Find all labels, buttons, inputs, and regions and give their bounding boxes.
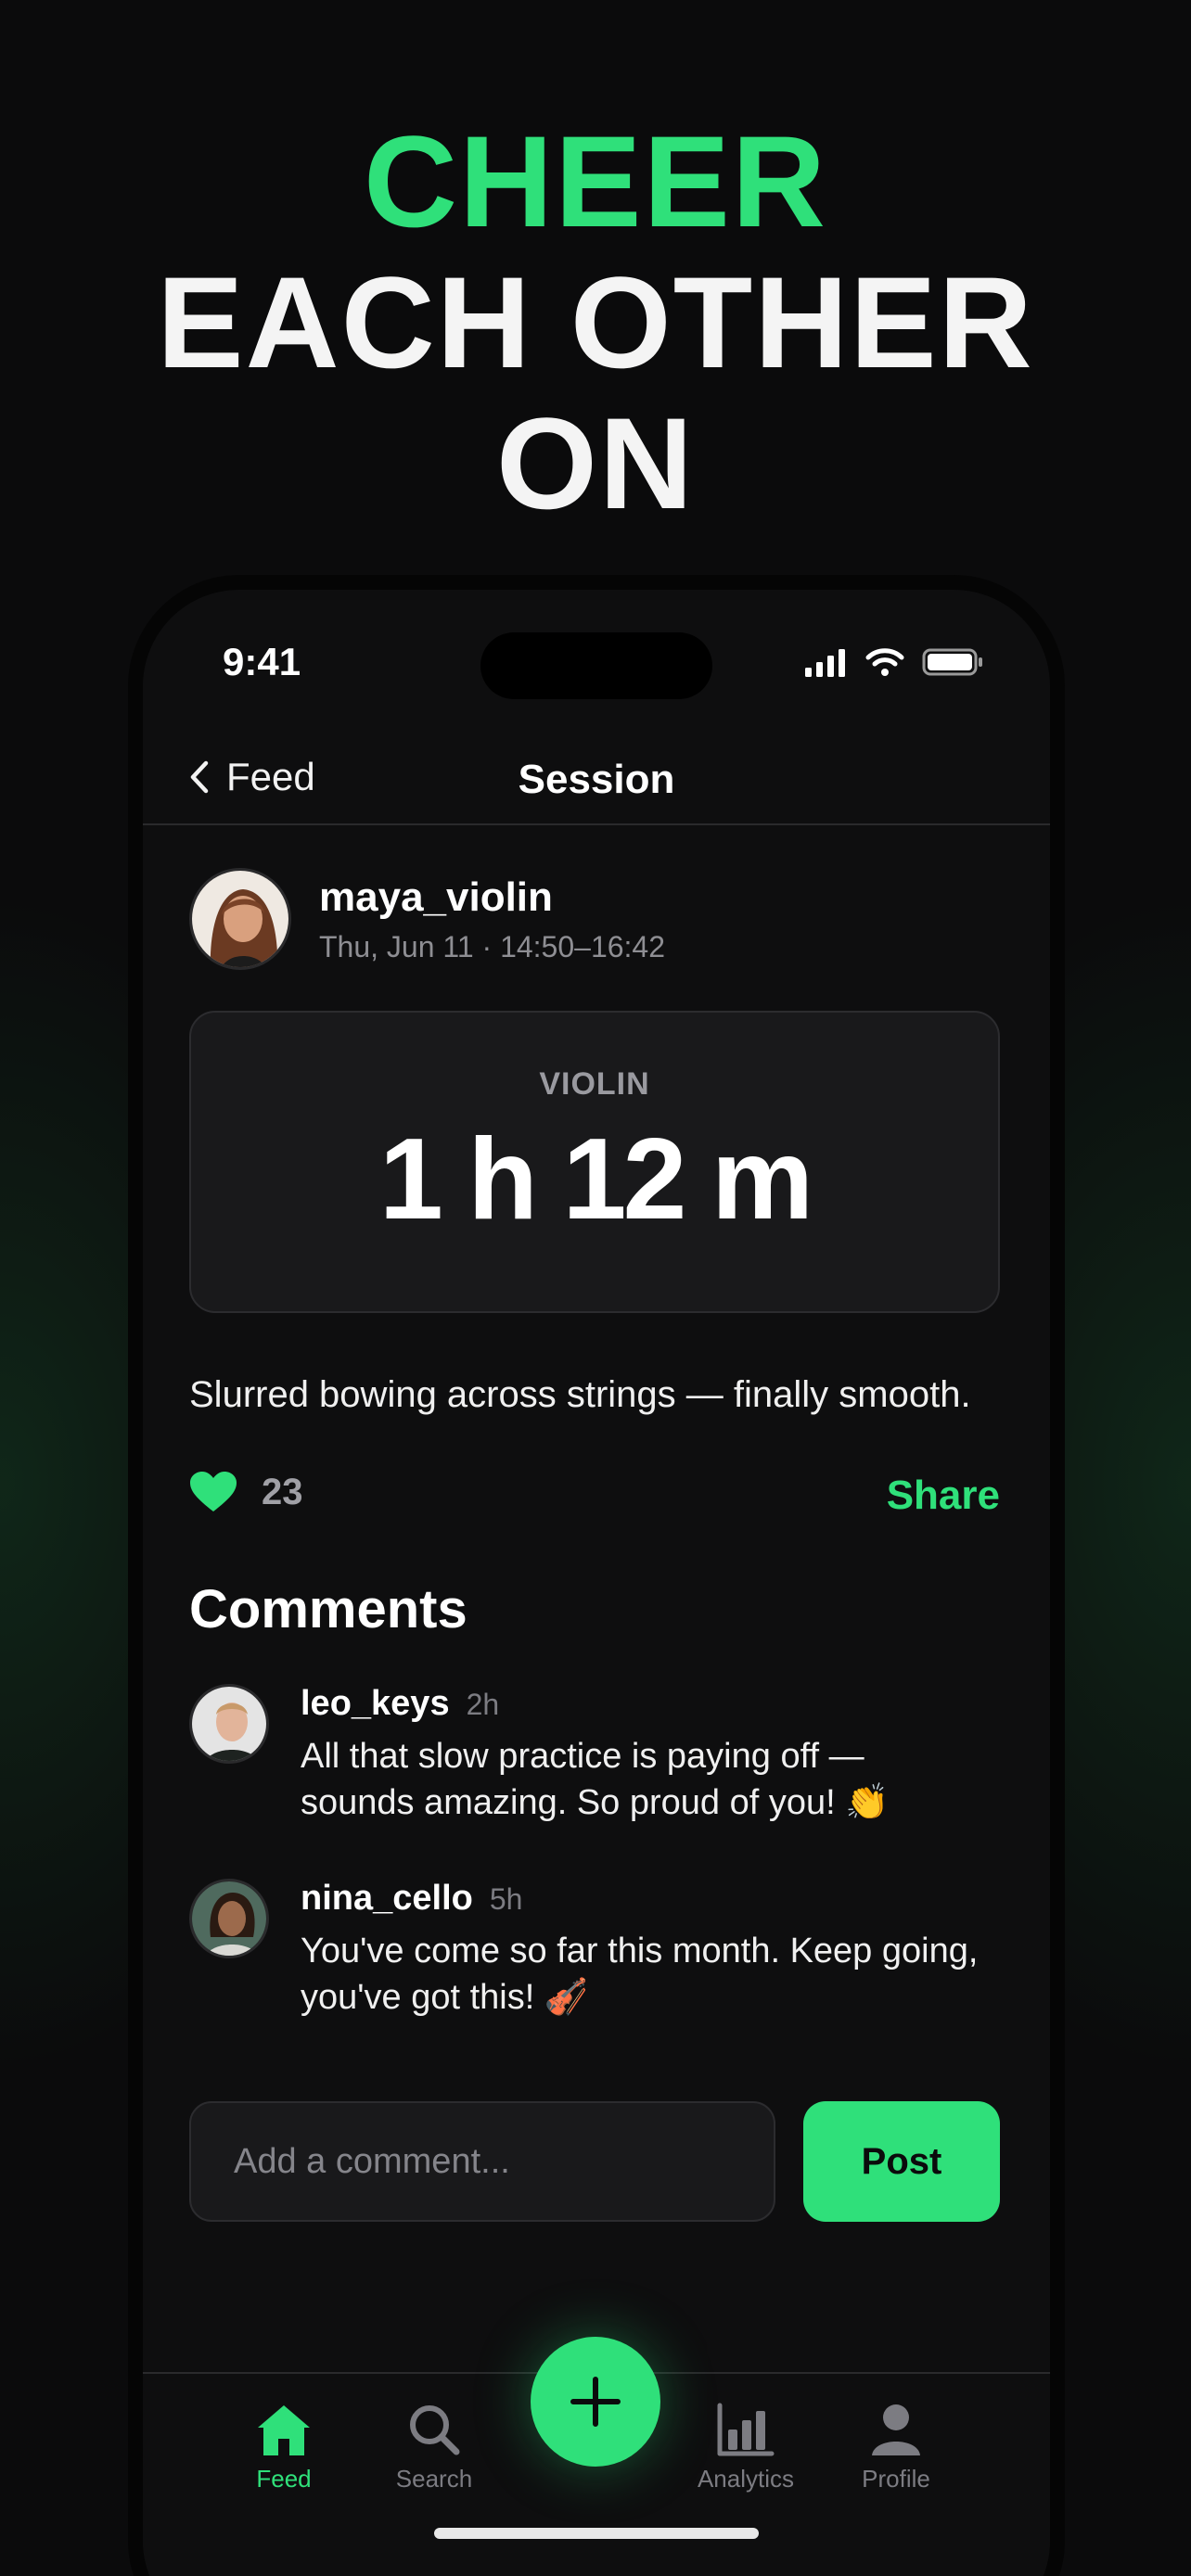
post-comment-button[interactable]: Post <box>803 2101 1000 2222</box>
comment-age: 5h <box>489 1882 523 1916</box>
comment-composer: Post <box>189 2101 1000 2222</box>
home-indicator <box>434 2528 759 2539</box>
add-session-button[interactable] <box>531 2337 660 2467</box>
person-icon <box>872 2404 920 2455</box>
post-username[interactable]: maya_violin <box>319 874 665 921</box>
user-avatar-image <box>192 871 288 967</box>
comment-text: All that slow practice is paying off — s… <box>301 1737 890 1822</box>
headline-line-1: CHEER <box>363 108 828 254</box>
navigation-bar: Feed Session <box>143 729 1050 825</box>
comment-age: 2h <box>466 1688 500 1721</box>
comment-header: nina_cello 5h <box>301 1879 987 1919</box>
like-count: 23 <box>262 1471 303 1512</box>
comment-item: nina_cello 5h You've come so far this mo… <box>189 1879 1000 2021</box>
post-meta: maya_violin Thu, Jun 11 · 14:50–16:42 <box>319 874 665 964</box>
status-time: 9:41 <box>223 640 301 683</box>
commenter-avatar-image <box>192 1687 266 1761</box>
comment-header: leo_keys 2h <box>301 1684 987 1724</box>
session-stat-card: VIOLIN 1 h 12 m <box>189 1011 1000 1313</box>
commenter-avatar-image <box>192 1881 266 1956</box>
back-button-label: Feed <box>226 755 315 798</box>
search-icon <box>410 2405 460 2455</box>
back-button[interactable]: Feed <box>189 755 315 799</box>
promo-headline: CHEER EACH OTHER ON <box>0 111 1191 534</box>
home-icon <box>258 2405 310 2455</box>
headline-line-3: ON <box>496 390 695 536</box>
chevron-left-icon <box>190 760 209 794</box>
phone-frame: 9:41 Feed Session maya_violin Thu, Jun 1… <box>128 575 1065 2576</box>
comments-heading: Comments <box>189 1579 467 1639</box>
tab-label: Analytics <box>697 2465 795 2493</box>
phone-screen: 9:41 Feed Session maya_violin Thu, Jun 1… <box>143 590 1050 2576</box>
heart-icon <box>190 1472 237 1511</box>
comment-input[interactable] <box>189 2101 775 2222</box>
bar-chart-icon <box>717 2403 775 2456</box>
post-timestamp: Thu, Jun 11 · 14:50–16:42 <box>319 929 666 963</box>
post-actions: 23 Share <box>189 1463 1000 1528</box>
headline-line-2: EACH OTHER <box>157 249 1034 395</box>
plus-icon <box>570 2377 621 2427</box>
avatar[interactable] <box>189 868 291 970</box>
comment-username[interactable]: leo_keys <box>301 1684 450 1724</box>
tab-label: Profile <box>862 2465 930 2493</box>
avatar[interactable] <box>189 1684 269 1764</box>
tab-feed[interactable]: Feed <box>210 2402 358 2493</box>
comment-username[interactable]: nina_cello <box>301 1879 473 1919</box>
tab-label: Feed <box>256 2465 312 2493</box>
promo-stage: CHEER EACH OTHER ON 9:41 Feed Session ma… <box>0 0 1191 2576</box>
post-caption: Slurred bowing across strings — finally … <box>189 1374 971 1415</box>
tab-profile[interactable]: Profile <box>822 2402 970 2493</box>
post-header: maya_violin Thu, Jun 11 · 14:50–16:42 <box>189 868 665 970</box>
tab-analytics[interactable]: Analytics <box>672 2402 820 2493</box>
comment-body: nina_cello 5h You've come so far this mo… <box>301 1879 987 2021</box>
session-duration: 1 h 12 m <box>378 1116 813 1243</box>
battery-icon <box>922 648 982 676</box>
avatar[interactable] <box>189 1879 269 1958</box>
tab-search[interactable]: Search <box>360 2402 508 2493</box>
wifi-icon <box>865 648 904 676</box>
share-button[interactable]: Share <box>887 1473 1000 1519</box>
instrument-label: VIOLIN <box>539 1066 650 1102</box>
dynamic-island <box>480 632 712 699</box>
comment-item: leo_keys 2h All that slow practice is pa… <box>189 1684 1000 1826</box>
tab-bar: Feed Search Analytics Profile <box>143 2337 1050 2576</box>
status-bar: 9:41 <box>143 590 1050 729</box>
cellular-signal-icon <box>805 649 845 677</box>
comment-text: You've come so far this month. Keep goin… <box>301 1932 979 2017</box>
status-icons <box>803 647 983 677</box>
like-button[interactable]: 23 <box>189 1471 303 1513</box>
tab-label: Search <box>395 2465 473 2493</box>
comment-body: leo_keys 2h All that slow practice is pa… <box>301 1684 987 1826</box>
